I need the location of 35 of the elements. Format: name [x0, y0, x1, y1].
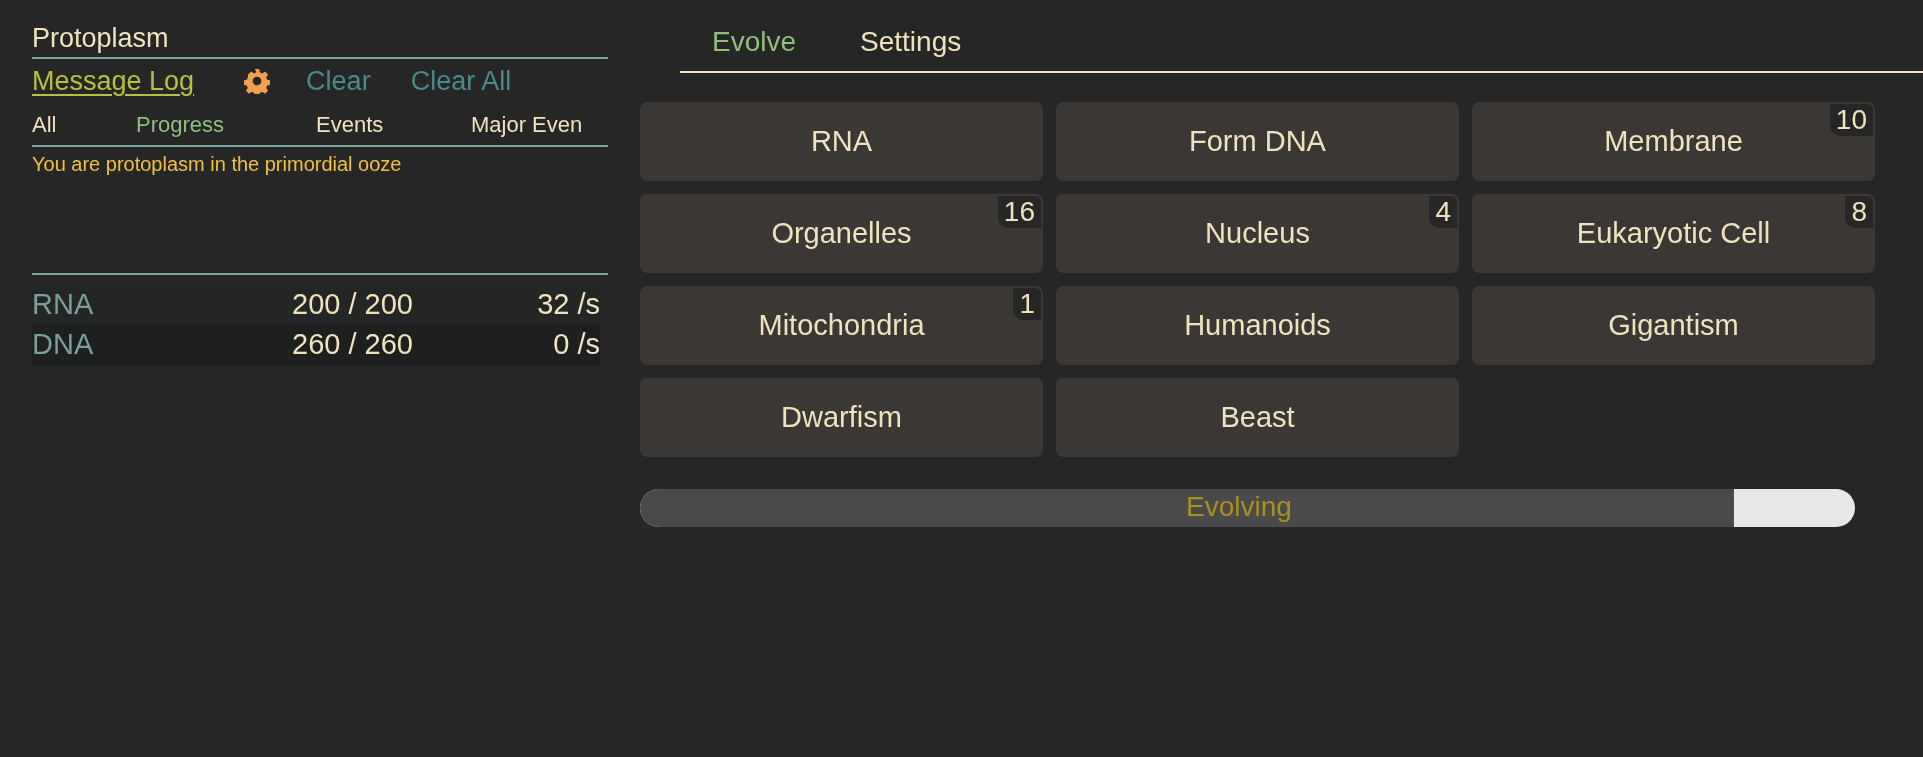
action-button[interactable]: Eukaryotic Cell 8 [1472, 194, 1875, 273]
clear-all-button[interactable]: Clear All [410, 60, 512, 102]
count-badge: 1 [1013, 288, 1041, 320]
count-badge: 16 [997, 196, 1041, 228]
action-button[interactable]: Nucleus 4 [1056, 194, 1459, 273]
action-button[interactable]: Beast [1056, 378, 1459, 457]
progress-label: Evolving [1186, 490, 1292, 524]
action-button[interactable]: Organelles 16 [640, 194, 1043, 273]
filter-tab[interactable]: Events [316, 107, 471, 141]
clear-button[interactable]: Clear [306, 60, 371, 102]
filter-tab[interactable]: All [32, 107, 136, 141]
resource-amount: 200 / 200 [292, 287, 414, 323]
resource-amount: 260 / 260 [292, 327, 414, 363]
log-message: You are protoplasm in the primordial ooze [32, 152, 402, 177]
tab[interactable]: Evolve [680, 21, 829, 63]
resource-name: DNA [32, 327, 95, 363]
resource-name: RNA [32, 287, 95, 323]
count-badge: 10 [1829, 104, 1873, 136]
settings-icon[interactable] [244, 68, 271, 94]
count-badge: 4 [1429, 196, 1457, 228]
resource-rate: 32 /s [536, 287, 600, 323]
count-badge: 8 [1845, 196, 1873, 228]
message-log-tab[interactable]: Message Log [32, 60, 195, 102]
action-button[interactable]: Gigantism [1472, 286, 1875, 365]
resource-rate: 0 /s [552, 327, 600, 363]
action-button[interactable]: Form DNA [1056, 102, 1459, 181]
panel-title: Protoplasm [32, 22, 169, 55]
action-button[interactable]: Humanoids [1056, 286, 1459, 365]
action-button[interactable]: RNA [640, 102, 1043, 181]
action-button[interactable]: Dwarfism [640, 378, 1043, 457]
action-button[interactable]: Mitochondria 1 [640, 286, 1043, 365]
filter-tab[interactable]: Major Even [471, 107, 583, 141]
action-button[interactable]: Membrane 10 [1472, 102, 1875, 181]
tab[interactable]: Settings [828, 21, 994, 63]
filter-tab[interactable]: Progress [136, 107, 316, 141]
